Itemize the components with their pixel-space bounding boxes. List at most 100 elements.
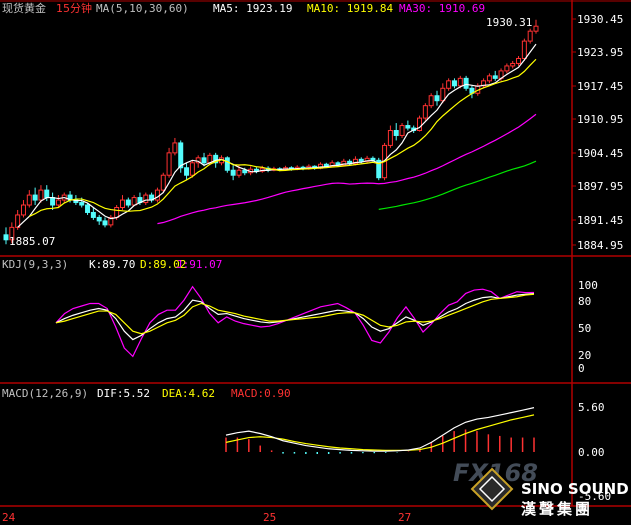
price-tick: 1923.95 xyxy=(577,46,623,59)
candle-body xyxy=(457,77,463,87)
candle-body xyxy=(440,87,446,102)
candle-body xyxy=(114,206,120,218)
moving-average-lines xyxy=(17,43,537,228)
candle-body xyxy=(393,130,399,136)
kdj-lines xyxy=(55,285,535,358)
candle-body xyxy=(387,130,393,146)
macd-dif-label: DIF:5.52 xyxy=(97,387,150,400)
candle-body xyxy=(38,189,44,201)
candle-body xyxy=(527,30,533,42)
kdj-axis: 100 80 50 20 0 xyxy=(578,279,598,375)
candle-body xyxy=(230,169,236,176)
chart-frame xyxy=(0,0,631,507)
low-price-label: 1885.07 xyxy=(9,235,55,248)
price-tick: 1917.45 xyxy=(577,80,623,93)
price-tick: 1930.45 xyxy=(577,13,623,26)
candle-body xyxy=(79,202,85,206)
ma-params-label: MA(5,10,30,60) xyxy=(96,2,189,15)
kdj-j-line xyxy=(55,285,535,358)
candle-body xyxy=(224,157,230,171)
ma5-label: MA5: 1923.19 xyxy=(213,2,292,15)
price-tick: 1904.45 xyxy=(577,147,623,160)
candle-body xyxy=(510,62,516,67)
ma10-label: MA10: 1919.84 xyxy=(307,2,393,15)
candle-body xyxy=(451,80,457,87)
candle-body xyxy=(446,80,452,89)
candle-body xyxy=(516,57,522,64)
candle-body xyxy=(405,125,411,129)
sino-sound-brand: SINO SOUND xyxy=(521,480,629,498)
candle-body xyxy=(20,204,26,216)
candle-body xyxy=(533,25,539,32)
price-tick: 1910.95 xyxy=(577,113,623,126)
macd-value-label: MACD:0.90 xyxy=(231,387,291,400)
period-label: 15分钟 xyxy=(56,1,92,15)
price-tick: 1891.45 xyxy=(577,214,623,227)
kdj-d-line xyxy=(55,293,535,335)
candle-body xyxy=(486,75,492,82)
macd-dea-label: DEA:4.62 xyxy=(162,387,215,400)
price-tick: 1884.95 xyxy=(577,239,623,252)
candle-body xyxy=(178,142,184,169)
candle-body xyxy=(90,211,96,218)
candle-body xyxy=(236,169,242,176)
date-label: 27 xyxy=(398,511,411,524)
date-label: 25 xyxy=(263,511,276,524)
candle-body xyxy=(154,189,160,201)
price-axis: 1930.45 1923.95 1917.45 1910.95 1904.45 … xyxy=(577,13,623,252)
high-price-label: 1930.31 xyxy=(486,16,532,29)
candle-body xyxy=(125,199,131,206)
date-axis: 24 25 27 xyxy=(2,511,411,524)
candle-body xyxy=(160,174,166,191)
candle-body xyxy=(55,199,61,206)
kdj-tick: 100 xyxy=(578,279,598,292)
gold-15min-chart: 现货黄金 15分钟 MA(5,10,30,60) MA5: 1923.19 MA… xyxy=(0,0,631,524)
candle-body xyxy=(44,189,50,199)
sino-sound-chinese: 漢聲集團 xyxy=(521,500,593,518)
kdj-params-label: KDJ(9,3,3) xyxy=(2,258,68,271)
symbol-label: 现货黄金 xyxy=(2,1,46,15)
candle-body xyxy=(242,169,248,174)
candle-body xyxy=(50,197,56,206)
candle-body xyxy=(131,197,137,206)
kdj-j-label: J:91.07 xyxy=(176,258,222,271)
candle-body xyxy=(85,204,91,213)
candle-body xyxy=(422,105,428,119)
macd-tick: 5.60 xyxy=(578,401,605,414)
ma5-line xyxy=(17,43,537,228)
kdj-tick: 0 xyxy=(578,362,585,375)
candle-body xyxy=(358,158,364,162)
ma60-line xyxy=(378,160,537,210)
kdj-k-label: K:89.70 xyxy=(89,258,135,271)
candle-body xyxy=(32,194,38,201)
candle-body xyxy=(102,220,108,226)
candle-body xyxy=(463,77,469,89)
ma30-line xyxy=(157,113,537,225)
kdj-tick: 50 xyxy=(578,322,591,335)
candle-body xyxy=(504,65,510,72)
candle-body xyxy=(3,234,9,241)
candle-body xyxy=(184,167,190,176)
kdj-tick: 80 xyxy=(578,295,591,308)
candle-body xyxy=(189,162,195,176)
candle-body xyxy=(492,75,498,79)
macd-tick: 0.00 xyxy=(578,446,605,459)
candle-body xyxy=(26,194,32,206)
candle-body xyxy=(96,216,102,222)
candle-body xyxy=(172,142,178,154)
sino-sound-logo: SINO SOUND 漢聲集團 xyxy=(470,467,629,518)
candle-body xyxy=(521,40,527,59)
macd-params-label: MACD(12,26,9) xyxy=(2,387,88,400)
date-label: 24 xyxy=(2,511,16,524)
candle-body xyxy=(434,95,440,102)
candle-body xyxy=(428,95,434,107)
ma30-label: MA30: 1910.69 xyxy=(399,2,485,15)
candle-body xyxy=(166,152,172,176)
candle-body xyxy=(399,125,405,136)
kdj-tick: 20 xyxy=(578,349,591,362)
candle-body xyxy=(201,157,207,164)
price-tick: 1897.95 xyxy=(577,180,623,193)
candle-body xyxy=(119,199,125,208)
candle-body xyxy=(143,194,149,204)
candlestick-series xyxy=(3,19,539,245)
